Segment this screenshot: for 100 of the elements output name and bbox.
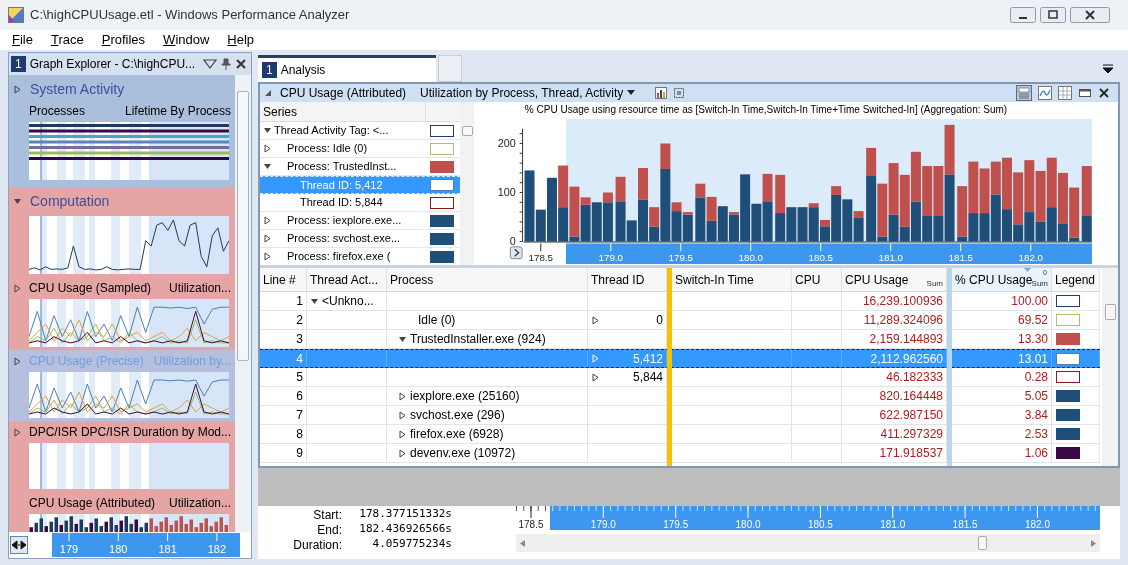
menu-item[interactable]: Help (227, 30, 255, 50)
graph-name[interactable]: Processes (29, 102, 86, 120)
graph-item[interactable]: CPU Usage (Sampled) Utilization... (9, 277, 235, 350)
column-header[interactable]: Legend (1052, 268, 1100, 291)
menu-item[interactable]: Window (163, 30, 210, 50)
close-icon[interactable] (1098, 87, 1110, 99)
expand-arrow-icon[interactable] (398, 391, 407, 401)
collapse-arrow-icon[interactable] (13, 196, 22, 206)
table-row[interactable]: 1 <Unkno... 16,239.100936 100.00 (260, 292, 1100, 311)
scroll-left-icon[interactable] (520, 539, 525, 547)
minimize-icon[interactable] (1010, 7, 1036, 23)
scroll-right-icon[interactable] (1091, 539, 1096, 547)
scrollbar[interactable] (1102, 268, 1118, 466)
graph-thumbnail[interactable] (29, 216, 229, 274)
expand-arrow-icon[interactable] (398, 429, 407, 439)
tree-cell[interactable]: firefox.exe (6928) (387, 425, 588, 443)
series-row[interactable]: Process: svchost.exe... (260, 230, 460, 248)
expand-arrow-icon[interactable] (591, 372, 600, 382)
scrollbar[interactable] (235, 75, 251, 532)
table-row[interactable]: 8 firefox.exe (6928) 411.297329 2.53 (260, 425, 1100, 444)
collapse-icon[interactable] (264, 89, 272, 97)
column-header[interactable]: Line # (260, 268, 307, 291)
pin-icon[interactable] (221, 58, 231, 70)
graph-preset[interactable]: Utilization... (168, 494, 231, 512)
scrollbar-thumb[interactable] (1104, 304, 1116, 320)
line-graph-icon[interactable] (1038, 86, 1052, 100)
expand-arrow-icon[interactable] (263, 216, 272, 225)
close-icon[interactable] (1070, 7, 1110, 23)
expand-arrow-icon[interactable] (263, 252, 272, 261)
expand-arrow-icon[interactable] (263, 234, 272, 243)
collapse-arrow-icon[interactable] (310, 296, 319, 306)
bar-chart-icon[interactable] (655, 87, 668, 99)
table-row[interactable]: 2 Idle (0) 0 11,289.324096 69.52 (260, 311, 1100, 330)
close-icon[interactable] (235, 58, 247, 70)
collapse-arrow-icon[interactable] (263, 162, 272, 171)
tree-cell[interactable]: <Unkno... (307, 292, 387, 310)
graph-name[interactable]: CPU Usage (Attributed) (29, 494, 156, 512)
column-header[interactable]: CPU Usage Sum (842, 268, 947, 291)
group-title[interactable]: System Activity (30, 78, 125, 100)
column-header[interactable]: CPU (792, 268, 842, 291)
graph-thumbnail[interactable] (29, 372, 229, 418)
expand-arrow-icon[interactable] (398, 448, 407, 458)
expand-arrow-icon[interactable] (13, 356, 22, 366)
zoom-fit-icon[interactable] (10, 536, 28, 554)
series-row[interactable]: Thread Activity Tag: <... (260, 122, 460, 140)
column-header[interactable]: Thread Act... (307, 268, 387, 291)
series-row[interactable]: Process: Idle (0) (260, 140, 460, 158)
column-header[interactable]: Switch-In Time (672, 268, 792, 291)
menu-item[interactable]: Trace (50, 30, 84, 50)
overflow-menu-icon[interactable] (1102, 64, 1114, 74)
table-icon[interactable] (1058, 86, 1072, 100)
graph-and-table-icon[interactable] (1016, 85, 1032, 101)
expand-arrow-icon[interactable] (398, 410, 407, 420)
expand-arrow-icon[interactable] (13, 283, 22, 293)
select-icon[interactable] (673, 87, 686, 99)
expand-arrow-icon[interactable] (13, 427, 22, 437)
scrollbar[interactable] (516, 534, 1100, 552)
collapse-arrow-icon[interactable] (263, 126, 272, 135)
dropdown-icon[interactable] (203, 59, 217, 69)
column-header[interactable]: Process (387, 268, 588, 291)
minimize-icon[interactable] (1078, 87, 1092, 99)
graph-thumbnail[interactable] (29, 122, 229, 180)
series-row[interactable]: Process: firefox.exe ( (260, 248, 460, 265)
graph-thumbnail[interactable] (29, 514, 229, 532)
scrollbar-thumb[interactable] (978, 536, 987, 550)
restore-icon[interactable] (1040, 7, 1066, 23)
tab-label[interactable]: Analysis (280, 61, 326, 79)
expand-arrow-icon[interactable] (13, 84, 22, 94)
graph-preset[interactable]: Lifetime By Process (124, 102, 231, 120)
menu-item[interactable]: File (12, 30, 33, 50)
table-row[interactable]: 6 iexplore.exe (25160) 820.164448 5.05 (260, 387, 1100, 406)
collapse-arrow-icon[interactable] (398, 334, 407, 344)
graph-name[interactable]: CPU Usage (Sampled) (29, 279, 152, 297)
expand-arrow-icon[interactable] (263, 144, 272, 153)
series-row[interactable]: Process: iexplore.exe... (260, 212, 460, 230)
analysis-tab[interactable]: 1 Analysis (258, 55, 436, 82)
column-header[interactable]: Thread ID (588, 268, 667, 291)
table-row[interactable]: 9 devenv.exe (10972) 171.918537 1.06 (260, 444, 1100, 463)
graph-item[interactable]: DPC/ISR DPC/ISR Duration by Mod... (9, 421, 235, 492)
graph-preset[interactable]: DPC/ISR Duration by Mod... (80, 423, 231, 441)
menu-item[interactable]: Profiles (101, 30, 146, 50)
tree-cell[interactable]: 0 (588, 311, 667, 329)
table-row[interactable]: 5 5,844 46.182333 0.28 (260, 368, 1100, 387)
scrollbar-thumb[interactable] (237, 91, 249, 361)
expand-arrow-icon[interactable] (591, 315, 600, 325)
graph-thumbnail[interactable] (29, 443, 229, 489)
preset-dropdown[interactable]: Utilization by Process, Thread, Activity (420, 84, 636, 102)
tree-cell[interactable]: 5,844 (588, 368, 667, 386)
graph-thumbnail[interactable] (29, 299, 229, 347)
group-title[interactable]: Computation (30, 190, 110, 212)
graph-item[interactable]: Processes Lifetime By Process (9, 100, 235, 183)
table-row[interactable]: 7 svchost.exe (296) 622.987150 3.84 (260, 406, 1100, 425)
scrollbar-thumb[interactable] (461, 126, 473, 136)
tree-cell[interactable]: iexplore.exe (25160) (387, 387, 588, 405)
expand-icon[interactable] (509, 246, 523, 260)
tree-cell[interactable]: TrustedInstaller.exe (924) (387, 330, 588, 348)
graph-preset[interactable]: Utilization... (168, 279, 231, 297)
series-row[interactable]: Thread ID: 5,844 (260, 194, 460, 212)
tree-cell[interactable]: devenv.exe (10972) (387, 444, 588, 462)
scrollbar[interactable] (460, 102, 474, 265)
